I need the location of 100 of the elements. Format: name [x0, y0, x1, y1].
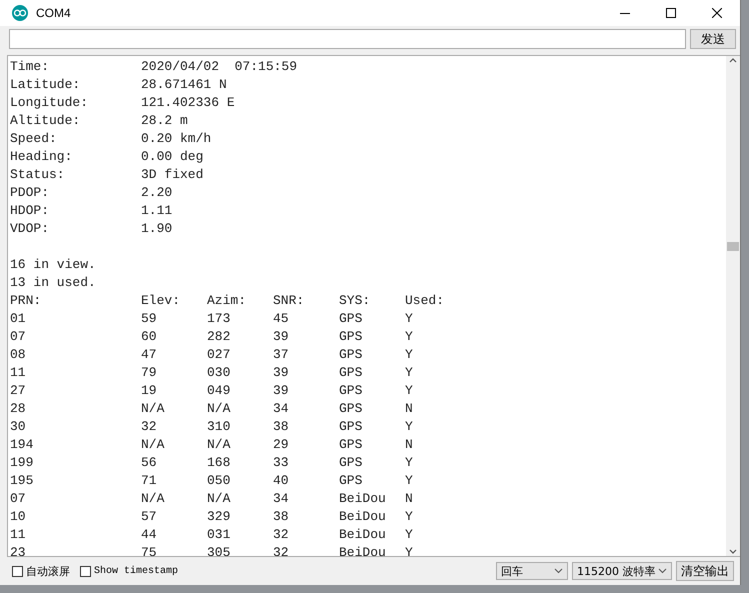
table-cell-text: Y: [405, 310, 414, 328]
scroll-down-icon[interactable]: [729, 549, 737, 554]
column-header: SYS:: [339, 292, 372, 310]
line-ending-select[interactable]: 回车: [496, 562, 568, 580]
scroll-up-icon[interactable]: [729, 58, 737, 63]
table-cell-text: GPS: [339, 454, 364, 472]
table-cell-text: BeiDou: [339, 490, 387, 508]
field-value: 2.20: [141, 184, 174, 202]
field-label: PDOP:: [10, 184, 50, 202]
table-cell-text: 329: [207, 508, 232, 526]
table-cell-text: 282: [207, 328, 232, 346]
column-header: PRN:: [10, 292, 42, 310]
window-title: COM4: [36, 6, 72, 20]
table-cell-text: Y: [405, 364, 414, 382]
table-cell-text: 38: [273, 418, 290, 436]
table-cell-text: 10: [10, 508, 27, 526]
table-cell-text: 168: [207, 454, 232, 472]
table-cell-text: 030: [207, 364, 232, 382]
table-cell-text: 195: [10, 472, 34, 490]
table-cell-text: BeiDou: [339, 526, 387, 544]
table-cell-text: 28: [10, 400, 27, 418]
checkbox-label: 自动滚屏: [26, 564, 70, 578]
table-cell-text: N/A: [141, 490, 166, 508]
chevron-icon: [658, 568, 667, 574]
table-cell-text: GPS: [339, 400, 364, 418]
field-label: VDOP:: [10, 220, 50, 238]
column-header: Elev:: [141, 292, 182, 310]
minimize-icon: [620, 12, 630, 14]
checkbox[interactable]: [12, 566, 23, 576]
table-cell-text: Y: [405, 472, 414, 490]
table-cell-text: GPS: [339, 436, 364, 454]
table-cell-text: 08: [10, 346, 27, 364]
table-cell-text: 173: [207, 310, 232, 328]
field-value: 28.2 m: [141, 112, 189, 130]
table-cell-text: 40: [273, 472, 290, 490]
field-value: 2020/04/02 07:15:59: [141, 58, 298, 76]
table-cell-text: 07: [10, 490, 27, 508]
table-cell-text: GPS: [339, 310, 364, 328]
output-line: 16 in view.: [10, 256, 97, 274]
field-label: Speed:: [10, 130, 58, 148]
message-input-field[interactable]: [9, 29, 686, 49]
column-header: Used:: [405, 292, 446, 310]
field-label: Longitude:: [10, 94, 90, 112]
send-button[interactable]: 发送: [690, 29, 736, 49]
column-header: SNR:: [273, 292, 306, 310]
field-value: 0.00 deg: [141, 148, 204, 166]
checkbox-label: Show timestamp: [94, 566, 178, 576]
table-cell-text: 60: [141, 328, 158, 346]
table-cell-text: 11: [10, 364, 27, 382]
table-cell-text: 39: [273, 328, 290, 346]
table-cell-text: Y: [405, 382, 414, 400]
table-cell-text: Y: [405, 328, 414, 346]
app-logo-icon: [12, 5, 28, 21]
close-icon: [712, 8, 722, 18]
field-value: 121.402336 E: [141, 94, 236, 112]
baud-rate-select[interactable]: 115200 波特率: [572, 562, 672, 580]
table-cell-text: 33: [273, 454, 290, 472]
table-cell-text: N/A: [207, 490, 232, 508]
table-cell-text: 32: [273, 526, 290, 544]
table-cell-text: 56: [141, 454, 158, 472]
field-label: Altitude:: [10, 112, 82, 130]
table-cell-text: 44: [141, 526, 158, 544]
table-cell-text: 19: [141, 382, 158, 400]
table-cell-text: 75: [141, 544, 158, 556]
table-cell-text: GPS: [339, 472, 364, 490]
table-cell-text: GPS: [339, 346, 364, 364]
table-cell-text: 32: [273, 544, 290, 556]
table-cell-text: 59: [141, 310, 158, 328]
scroll-thumb[interactable]: [727, 242, 739, 250]
table-cell-text: GPS: [339, 382, 364, 400]
table-cell-text: 199: [10, 454, 34, 472]
field-label: Time:: [10, 58, 50, 76]
field-label: HDOP:: [10, 202, 50, 220]
scrollbar[interactable]: [726, 56, 740, 556]
table-cell-text: 34: [273, 490, 290, 508]
maximize-icon: [666, 8, 676, 18]
table-cell-text: N: [405, 436, 414, 454]
table-cell-text: BeiDou: [339, 544, 387, 556]
table-cell-text: 38: [273, 508, 290, 526]
clear-output-button[interactable]: 清空输出: [676, 561, 734, 581]
table-cell-text: Y: [405, 526, 414, 544]
field-value: 1.90: [141, 220, 174, 238]
checkbox[interactable]: [80, 566, 91, 576]
field-label: Heading:: [10, 148, 74, 166]
table-cell-text: Y: [405, 418, 414, 436]
table-cell-text: BeiDou: [339, 508, 387, 526]
table-cell-text: 57: [141, 508, 158, 526]
table-cell-text: Y: [405, 544, 414, 556]
table-cell-text: 39: [273, 382, 290, 400]
table-cell-text: 47: [141, 346, 158, 364]
column-header: Azim:: [207, 292, 248, 310]
table-cell-text: N/A: [141, 400, 166, 418]
table-cell-text: 39: [273, 364, 290, 382]
field-value: 3D fixed: [141, 166, 204, 184]
field-value: 1.11: [141, 202, 174, 220]
table-cell-text: Y: [405, 508, 414, 526]
output-line: 13 in used.: [10, 274, 97, 292]
table-cell-text: 45: [273, 310, 290, 328]
table-cell-text: N: [405, 400, 414, 418]
table-cell-text: GPS: [339, 364, 364, 382]
